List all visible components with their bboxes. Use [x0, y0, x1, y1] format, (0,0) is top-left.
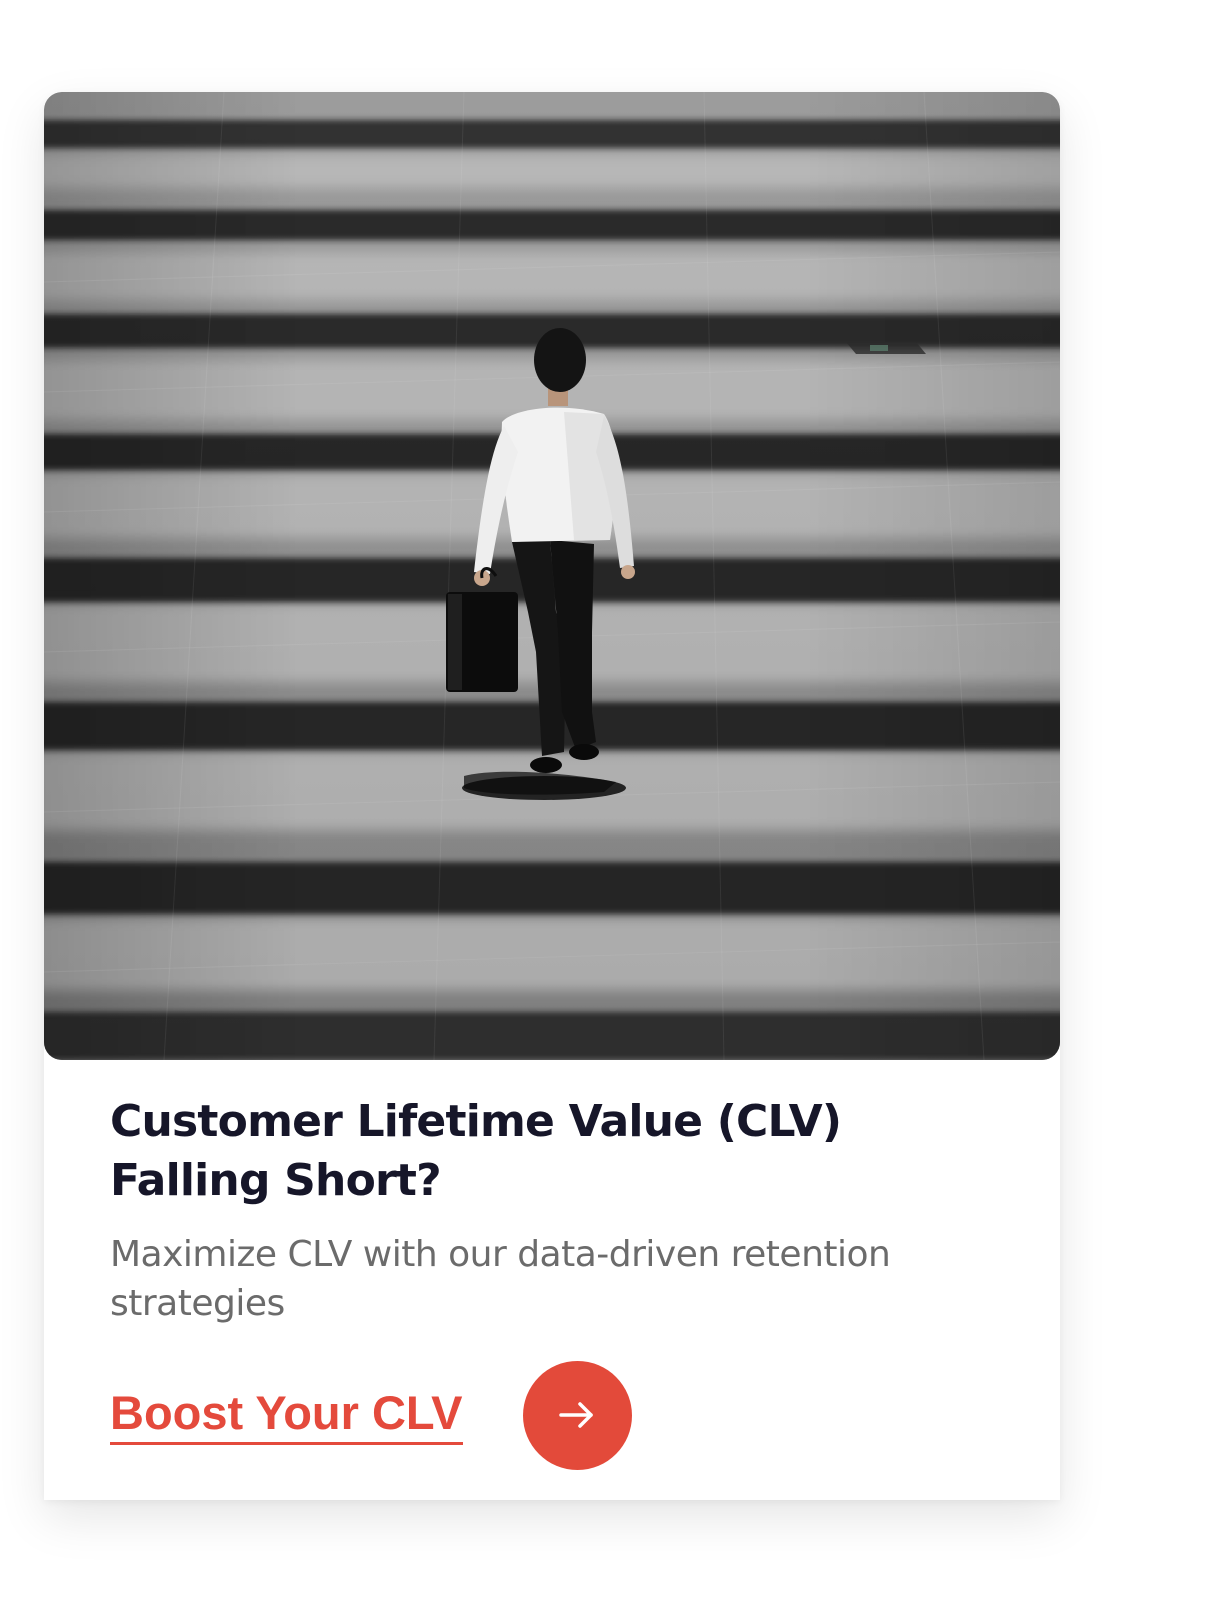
cta-row: Boost Your CLV: [110, 1360, 632, 1470]
article-card: Customer Lifetime Value (CLV) Falling Sh…: [44, 92, 1060, 1500]
businessman-walking-photo: [44, 92, 1060, 1060]
card-content: Customer Lifetime Value (CLV) Falling Sh…: [110, 1092, 1010, 1328]
card-title: Customer Lifetime Value (CLV) Falling Sh…: [110, 1096, 842, 1206]
arrow-right-icon: [559, 1402, 593, 1428]
hero-image: [44, 92, 1060, 1060]
card-subtitle: Maximize CLV with our data-driven retent…: [110, 1234, 891, 1324]
boost-clv-link[interactable]: Boost Your CLV: [110, 1385, 463, 1445]
arrow-button[interactable]: [522, 1360, 632, 1470]
